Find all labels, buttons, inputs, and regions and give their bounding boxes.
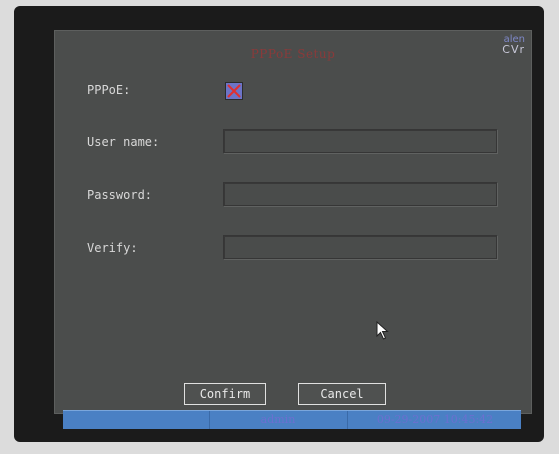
mouse-pointer-icon	[376, 321, 389, 340]
x-mark-icon	[227, 84, 241, 98]
pppoe-checkbox[interactable]	[225, 82, 243, 100]
username-field[interactable]	[223, 129, 497, 153]
logo-line-2: CVr	[502, 43, 525, 56]
password-field[interactable]	[223, 182, 497, 206]
username-label: User name:	[87, 135, 160, 149]
status-user: admin	[260, 413, 296, 426]
status-datetime: 09-29-2007 10:45:42	[376, 413, 494, 426]
password-label: Password:	[87, 188, 153, 202]
brand-logo: alen CVr	[502, 35, 525, 56]
pppoe-setup-dialog: PPPoE Setup alen CVr PPPoE: User name: P…	[54, 30, 532, 429]
confirm-button[interactable]: Confirm	[184, 383, 266, 405]
status-separator	[347, 411, 348, 429]
pppoe-label: PPPoE:	[87, 83, 131, 97]
cancel-button[interactable]: Cancel	[298, 383, 386, 405]
verify-field[interactable]	[223, 235, 497, 259]
status-bar: admin 09-29-2007 10:45:42	[63, 410, 521, 429]
verify-label: Verify:	[87, 241, 138, 255]
dialog-title: PPPoE Setup	[250, 47, 336, 61]
